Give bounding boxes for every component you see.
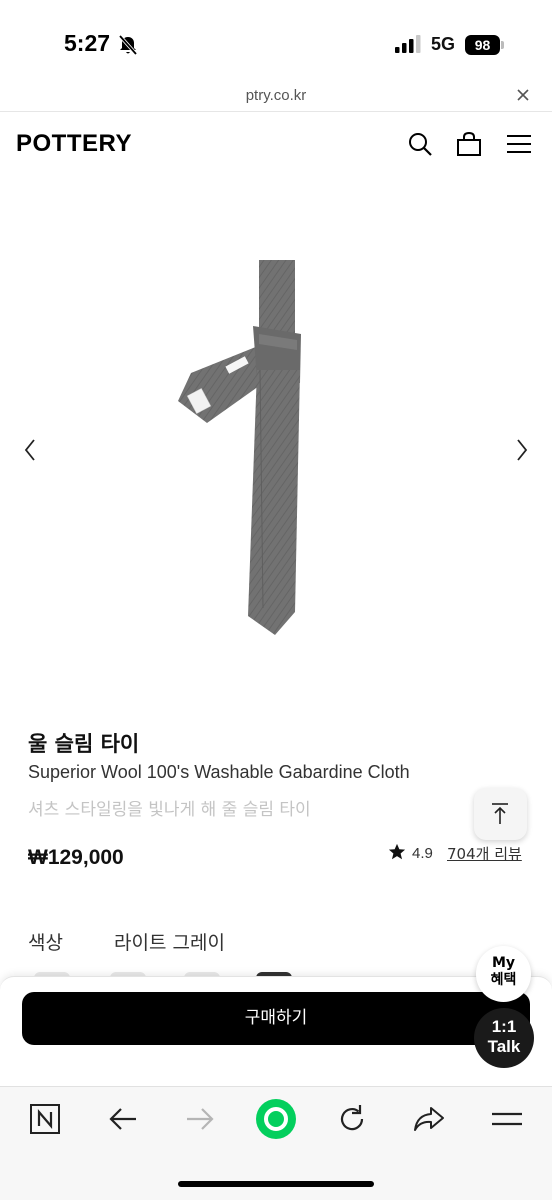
bell-muted-icon <box>118 34 138 56</box>
menu-icon[interactable] <box>505 130 533 158</box>
search-icon[interactable] <box>406 130 434 158</box>
review-count-link[interactable]: 704개 리뷰 <box>447 843 522 864</box>
my-benefit-line2: 혜택 <box>490 972 517 988</box>
product-description: 셔츠 스타일링을 빛나게 해 줄 슬림 타이 <box>28 800 311 820</box>
star-icon <box>388 843 406 860</box>
talk-line1: 1:1 <box>491 1017 517 1036</box>
color-option-label: 색상 <box>28 932 63 954</box>
talk-button[interactable]: 1:1 Talk <box>474 1008 534 1068</box>
bag-icon[interactable] <box>455 130 483 158</box>
signal-icon <box>395 35 421 53</box>
rating-score: 4.9 <box>412 845 433 862</box>
product-price: ₩129,000 <box>28 846 124 869</box>
home-indicator[interactable] <box>178 1181 374 1187</box>
network-type: 5G <box>431 34 456 54</box>
close-icon[interactable] <box>514 86 532 104</box>
gallery-prev-arrow-icon[interactable] <box>22 436 38 464</box>
my-benefit-button[interactable]: My 혜택 <box>476 946 531 1002</box>
menu-icon[interactable] <box>490 1102 524 1136</box>
product-gallery[interactable] <box>0 178 552 718</box>
product-subtitle: Superior Wool 100's Washable Gabardine C… <box>28 762 410 782</box>
purchase-sheet: 구매하기 <box>0 976 552 1086</box>
product-image-tie <box>178 260 301 635</box>
talk-line2: Talk <box>487 1037 521 1056</box>
share-icon[interactable] <box>412 1102 446 1136</box>
scroll-to-top-button[interactable] <box>474 788 527 840</box>
product-name: 울 슬림 타이 <box>28 732 140 756</box>
back-arrow-icon[interactable] <box>106 1102 140 1136</box>
status-time: 5:27 <box>64 30 111 56</box>
site-header: POTTERY <box>0 113 552 177</box>
arrow-up-bar-icon <box>492 803 508 824</box>
status-bar: 5:27 5G 98 <box>0 0 552 84</box>
url-text[interactable]: ptry.co.kr <box>0 87 552 104</box>
reload-icon[interactable] <box>335 1102 369 1136</box>
battery-tip <box>501 41 504 49</box>
battery-icon: 98 <box>465 35 500 55</box>
forward-arrow-icon[interactable] <box>183 1102 217 1136</box>
color-option-value: 라이트 그레이 <box>114 932 225 954</box>
site-logo[interactable]: POTTERY <box>16 130 132 158</box>
naver-n-icon[interactable] <box>28 1102 62 1136</box>
green-home-icon[interactable] <box>255 1098 297 1140</box>
gallery-next-arrow-icon[interactable] <box>514 436 530 464</box>
my-benefit-line1: My <box>491 955 516 971</box>
url-bar[interactable]: ptry.co.kr <box>0 84 552 112</box>
buy-button[interactable]: 구매하기 <box>22 992 530 1045</box>
